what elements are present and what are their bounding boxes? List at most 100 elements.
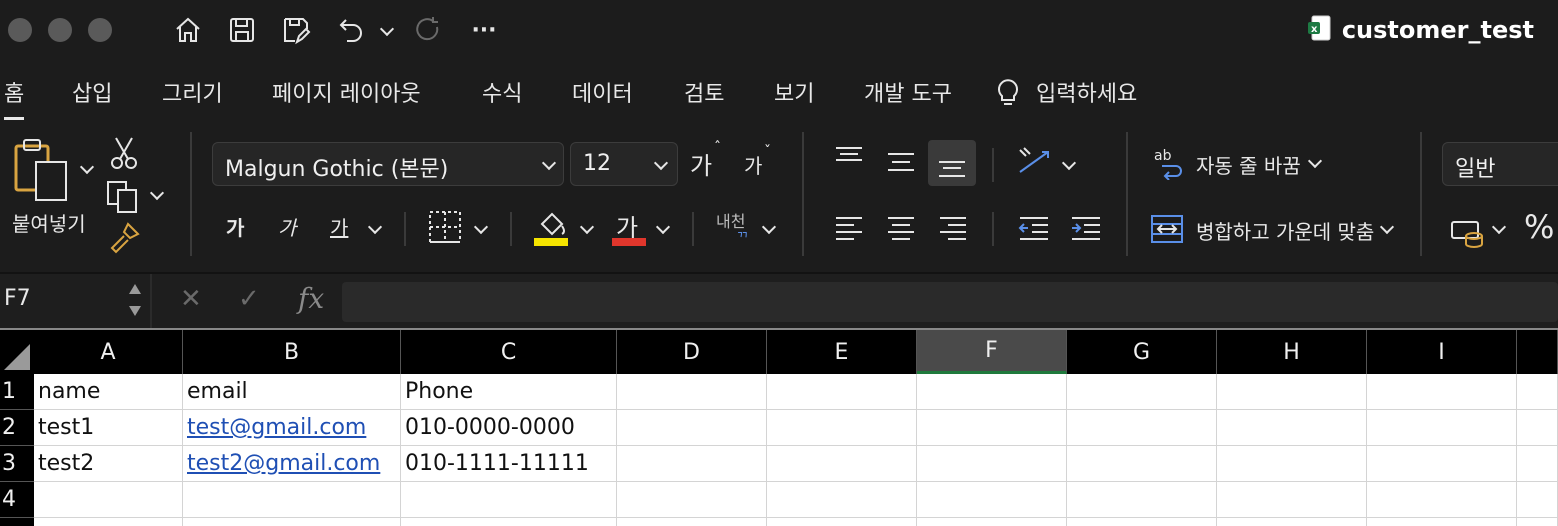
number-format-dropdown[interactable]: 일반 [1442, 142, 1558, 186]
cancel-entry-icon[interactable]: ✕ [180, 284, 202, 314]
decrease-indent-icon[interactable] [1018, 216, 1050, 246]
name-box[interactable]: F7 [4, 286, 31, 311]
cell-h1[interactable] [1217, 374, 1367, 410]
cell-j1[interactable] [1517, 374, 1558, 410]
cell-i1[interactable] [1367, 374, 1517, 410]
cell-f3[interactable] [917, 446, 1067, 482]
cell-g2[interactable] [1067, 410, 1217, 446]
cell-j5[interactable] [1517, 518, 1558, 526]
cell-h3[interactable] [1217, 446, 1367, 482]
phonetic-chevron-icon[interactable] [761, 219, 777, 235]
column-header-h[interactable]: H [1217, 330, 1367, 374]
bold-button[interactable]: 가 [226, 212, 244, 241]
cell-i4[interactable] [1367, 482, 1517, 518]
save-edit-icon[interactable] [278, 12, 314, 48]
cell-c5[interactable] [401, 518, 617, 526]
wrap-text-label[interactable]: 자동 줄 바꿈 [1196, 150, 1301, 179]
cell-h4[interactable] [1217, 482, 1367, 518]
format-painter-brush-icon[interactable] [108, 222, 140, 258]
save-icon[interactable] [224, 12, 260, 48]
align-middle-icon[interactable] [886, 150, 916, 178]
cell-i3[interactable] [1367, 446, 1517, 482]
wrap-text-chevron-icon[interactable] [1307, 153, 1323, 169]
decrease-font-size-button[interactable]: 가 [744, 150, 762, 179]
cell-j4[interactable] [1517, 482, 1558, 518]
borders-chevron-icon[interactable] [473, 219, 489, 235]
cell-e5[interactable] [767, 518, 917, 526]
cell-a4[interactable] [34, 482, 183, 518]
increase-font-size-button[interactable]: 가 [690, 146, 712, 181]
cell-h2[interactable] [1217, 410, 1367, 446]
cell-h5[interactable] [1217, 518, 1367, 526]
merge-center-chevron-icon[interactable] [1379, 219, 1395, 235]
cut-scissors-icon[interactable] [110, 136, 138, 174]
align-top-icon[interactable] [834, 146, 864, 174]
paste-icon[interactable] [12, 138, 76, 206]
cell-d4[interactable] [617, 482, 767, 518]
cell-c4[interactable] [401, 482, 617, 518]
paste-dropdown-chevron-icon[interactable] [79, 159, 95, 175]
copy-dropdown-chevron-icon[interactable] [149, 185, 165, 201]
cell-e1[interactable] [767, 374, 917, 410]
cell-i2[interactable] [1367, 410, 1517, 446]
cell-g3[interactable] [1067, 446, 1217, 482]
cell-b2-email-link[interactable]: test@gmail.com [183, 410, 401, 446]
cell-f4[interactable] [917, 482, 1067, 518]
tab-draw[interactable]: 그리기 [162, 76, 223, 108]
tab-developer[interactable]: 개발 도구 [864, 76, 952, 108]
undo-dropdown-chevron-icon[interactable] [379, 21, 395, 37]
cell-c2[interactable]: 010-0000-0000 [401, 410, 617, 446]
column-header-e[interactable]: E [767, 330, 917, 374]
column-header-partial[interactable] [1517, 330, 1558, 374]
column-header-c[interactable]: C [401, 330, 617, 374]
cell-j2[interactable] [1517, 410, 1558, 446]
minimize-window-button[interactable] [48, 18, 72, 42]
tell-me-search[interactable]: 입력하세요 [1036, 76, 1137, 108]
row-header-1[interactable]: 1 [0, 374, 34, 410]
cell-c3[interactable]: 010-1111-11111 [401, 446, 617, 482]
font-name-dropdown[interactable]: Malgun Gothic (본문) [212, 142, 564, 186]
tab-home[interactable]: 홈 [4, 76, 25, 120]
underline-button[interactable]: 가 [330, 212, 348, 241]
column-header-b[interactable]: B [183, 330, 401, 374]
cell-j3[interactable] [1517, 446, 1558, 482]
confirm-entry-icon[interactable]: ✓ [238, 284, 260, 314]
cell-a3[interactable]: test2 [34, 446, 183, 482]
tab-insert[interactable]: 삽입 [72, 76, 112, 108]
text-orientation-chevron-icon[interactable] [1061, 155, 1077, 171]
cell-d1[interactable] [617, 374, 767, 410]
copy-icon[interactable] [106, 180, 140, 218]
column-header-i[interactable]: I [1367, 330, 1517, 374]
cell-d3[interactable] [617, 446, 767, 482]
name-box-stepper-icon[interactable] [126, 280, 144, 324]
tab-review[interactable]: 검토 [684, 76, 724, 108]
cell-e2[interactable] [767, 410, 917, 446]
cell-d5[interactable] [617, 518, 767, 526]
row-header-2[interactable]: 2 [0, 410, 34, 446]
cell-a1[interactable]: name [34, 374, 183, 410]
close-window-button[interactable] [8, 18, 32, 42]
increase-indent-icon[interactable] [1070, 216, 1102, 246]
cell-b1[interactable]: email [183, 374, 401, 410]
cell-a2[interactable]: test1 [34, 410, 183, 446]
cell-f1[interactable] [917, 374, 1067, 410]
fill-color-chevron-icon[interactable] [579, 219, 595, 235]
formula-input[interactable] [342, 282, 1558, 322]
column-header-d[interactable]: D [617, 330, 767, 374]
column-header-a[interactable]: A [34, 330, 183, 374]
cell-c1[interactable]: Phone [401, 374, 617, 410]
cell-b3-email-link[interactable]: test2@gmail.com [183, 446, 401, 482]
underline-chevron-icon[interactable] [367, 219, 383, 235]
italic-button[interactable]: 가 [278, 212, 296, 241]
cell-g5[interactable] [1067, 518, 1217, 526]
align-center-icon[interactable] [886, 216, 916, 246]
align-bottom-button[interactable] [928, 140, 976, 186]
cell-g1[interactable] [1067, 374, 1217, 410]
percent-style-button[interactable]: % [1524, 208, 1554, 246]
column-header-f[interactable]: F [917, 330, 1067, 374]
row-header-3[interactable]: 3 [0, 446, 34, 482]
more-icon[interactable]: ··· [466, 12, 502, 48]
cell-b4[interactable] [183, 482, 401, 518]
cell-e4[interactable] [767, 482, 917, 518]
cell-e3[interactable] [767, 446, 917, 482]
